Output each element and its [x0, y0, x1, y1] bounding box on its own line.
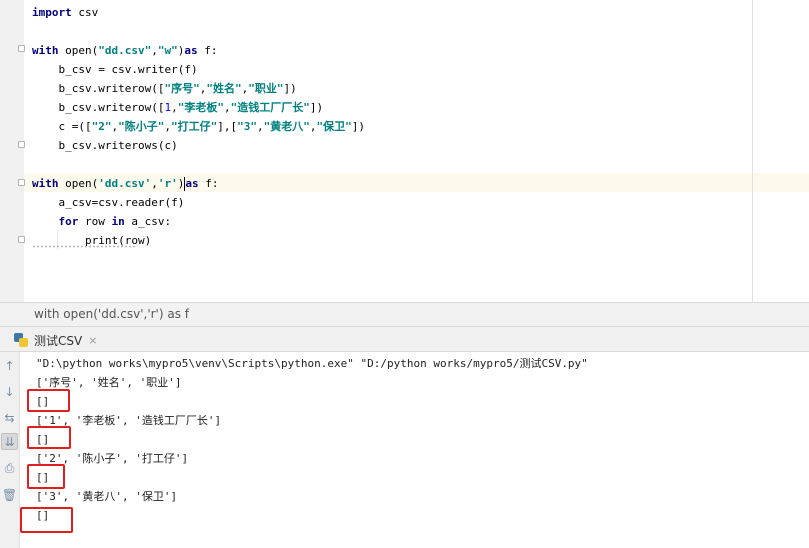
- annotation-box: [20, 507, 73, 533]
- annotation-box: [27, 464, 65, 489]
- close-icon[interactable]: ×: [88, 334, 97, 347]
- code-token-str: "黄老八": [263, 120, 310, 133]
- breadcrumb: with open('dd.csv','r') as f: [0, 302, 809, 327]
- code-token: f:: [197, 44, 218, 57]
- code-token-str: "职业": [248, 82, 284, 95]
- tab-run-config[interactable]: 测试CSV ×: [8, 329, 103, 351]
- code-token-kw: with: [32, 44, 59, 57]
- code-token-str: "打工仔": [170, 120, 218, 133]
- code-line: c =(["2","陈小子","打工仔"],["3","黄老八","保卫"]): [32, 117, 365, 136]
- code-token-kw: in: [111, 215, 125, 228]
- code-line: with open("dd.csv","w")as f:: [32, 41, 217, 60]
- code-token-str: "2": [91, 120, 112, 133]
- code-token: csv: [71, 6, 99, 19]
- code-token: b_csv.writerows(c): [32, 139, 178, 152]
- annotation-box: [27, 389, 70, 412]
- code-token-str: "陈小子": [118, 120, 165, 133]
- tab-label: 测试CSV: [34, 333, 83, 348]
- code-token: ]): [309, 101, 324, 114]
- code-token-kw: as: [184, 44, 198, 57]
- code-token: ,: [164, 120, 171, 133]
- annotation-box: [27, 426, 71, 449]
- code-token-kw: import: [32, 6, 72, 19]
- code-line: b_csv.writerow([1,"李老板","造钱工厂厂长"]): [32, 98, 323, 117]
- code-token: open(: [58, 44, 99, 57]
- run-toolbar: ↑ ↓ ⇆ ⇊ ⎙ 🗑: [0, 352, 20, 548]
- code-token-kw: for: [58, 215, 79, 228]
- code-token: a_csv:: [124, 215, 172, 228]
- console-line: ['3', '黄老八', '保卫']: [36, 490, 178, 503]
- soft-wrap-icon[interactable]: ⇆: [1, 409, 18, 426]
- code-token-str: "姓名": [206, 82, 242, 95]
- code-token: ],[: [217, 120, 238, 133]
- code-token: c =([: [32, 120, 92, 133]
- code-token-str: "造钱工厂厂长": [230, 101, 310, 114]
- breadcrumb-item[interactable]: with open('dd.csv','r') as f: [34, 307, 189, 321]
- code-line: for row in a_csv:: [32, 212, 172, 231]
- right-margin-guide: [752, 0, 753, 302]
- code-line: b_csv.writerows(c): [32, 136, 178, 155]
- code-token-kw: with: [32, 177, 59, 190]
- code-line: import csv: [32, 3, 98, 22]
- code-token-str: "李老板": [177, 101, 224, 114]
- code-token-str: "3": [237, 120, 257, 133]
- trash-icon[interactable]: 🗑: [1, 486, 18, 503]
- run-tool-window-header: 测试CSV ×: [0, 327, 809, 352]
- code-token: ,: [151, 177, 158, 190]
- code-token: ,: [151, 44, 158, 57]
- fold-toggle-icon[interactable]: [18, 236, 25, 243]
- code-token: ,: [223, 101, 231, 114]
- console-command-line: "D:\python works\mypro5\venv\Scripts\pyt…: [36, 357, 588, 370]
- code-line: print(row): [32, 231, 151, 250]
- scroll-down-icon[interactable]: ↓: [1, 383, 18, 400]
- code-line: b_csv.writerow(["序号","姓名","职业"]): [32, 79, 297, 98]
- code-token: ,: [171, 101, 178, 114]
- code-token-str: 'r': [157, 177, 178, 190]
- code-token: open(: [58, 177, 99, 190]
- code-token-str: "保卫": [316, 120, 352, 133]
- code-token: a_csv=csv.reader(f): [32, 196, 185, 209]
- code-token-str: "序号": [164, 82, 200, 95]
- python-icon: [14, 333, 28, 347]
- code-token: ,: [256, 120, 264, 133]
- fold-toggle-icon[interactable]: [18, 179, 25, 186]
- code-line: a_csv=csv.reader(f): [32, 193, 184, 212]
- code-editor[interactable]: import csv with open("dd.csv","w")as f: b…: [0, 0, 809, 302]
- fold-toggle-icon[interactable]: [18, 141, 25, 148]
- code-token-kw: as: [185, 177, 199, 190]
- code-token: row: [78, 215, 112, 228]
- code-token: b_csv.writerow([: [32, 101, 165, 114]
- code-line: b_csv = csv.writer(f): [32, 60, 198, 79]
- code-token: ]): [351, 120, 365, 133]
- code-token: b_csv.writerow([: [32, 82, 165, 95]
- code-token-str: "w": [157, 44, 178, 57]
- code-token: print(row): [32, 234, 152, 247]
- code-token: f:: [198, 177, 219, 190]
- run-console-output[interactable]: "D:\python works\mypro5\venv\Scripts\pyt…: [20, 352, 809, 548]
- scroll-to-end-icon[interactable]: ⇊: [1, 433, 18, 450]
- code-token: b_csv = csv.writer(f): [32, 63, 198, 76]
- code-token: ): [177, 177, 185, 190]
- fold-toggle-icon[interactable]: [18, 45, 25, 52]
- print-icon[interactable]: ⎙: [1, 460, 18, 477]
- code-line: with open('dd.csv','r')as f:: [32, 174, 218, 193]
- code-token: ]): [283, 82, 297, 95]
- code-token-str: "dd.csv": [98, 44, 152, 57]
- code-token-str: 'dd.csv': [98, 177, 152, 190]
- rerun-up-icon[interactable]: ↑: [1, 357, 18, 374]
